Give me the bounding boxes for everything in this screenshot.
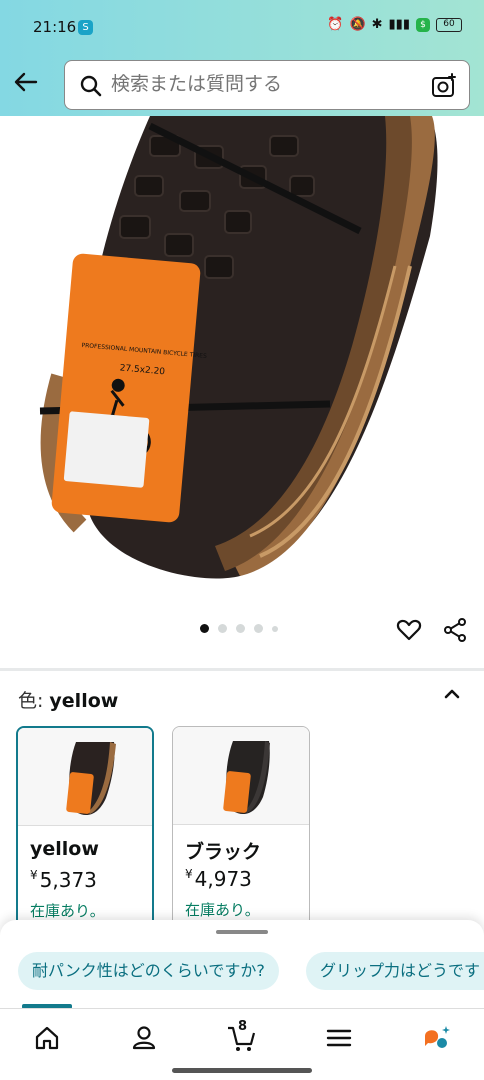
- search-icon: [80, 75, 102, 97]
- carousel-dot-3[interactable]: [236, 624, 245, 633]
- carousel-dot-1[interactable]: [200, 624, 209, 633]
- status-time: 21:16: [33, 18, 77, 36]
- mute-icon: 🔕: [349, 17, 366, 32]
- sheet-handle[interactable]: [216, 930, 268, 934]
- status-bar: 21:16 S ⏰ 🔕 ✱ ▮▮▮ $ 60: [0, 0, 484, 56]
- variant-price-value: 4,973: [194, 867, 252, 891]
- bluetooth-icon: ✱: [371, 17, 383, 32]
- suggestion-chip[interactable]: 耐パンク性はどのくらいですか?: [18, 952, 279, 990]
- menu-icon[interactable]: [324, 1023, 354, 1053]
- color-option-black[interactable]: ブラック ¥4,973 在庫あり。: [172, 726, 310, 936]
- section-divider: [0, 668, 484, 671]
- variant-stock: 在庫あり。: [30, 902, 105, 920]
- bottom-nav: 8: [0, 1008, 484, 1066]
- variant-price: ¥4,973: [185, 867, 252, 891]
- variant-thumbnail-image: [223, 741, 270, 815]
- share-icon[interactable]: [442, 617, 468, 643]
- currency-symbol: ¥: [30, 868, 38, 882]
- variant-name: yellow: [30, 838, 99, 860]
- suggestion-chip[interactable]: グリップ力はどうです: [306, 952, 484, 990]
- color-key: 色:: [18, 690, 44, 712]
- variant-thumbnail: [18, 728, 152, 826]
- camera-search-icon[interactable]: [431, 73, 457, 99]
- account-icon[interactable]: [129, 1023, 159, 1053]
- color-selected-value: yellow: [49, 690, 119, 712]
- home-icon[interactable]: [32, 1023, 62, 1053]
- suggestion-sheet: 耐パンク性はどのくらいですか? グリップ力はどうです: [0, 920, 484, 1010]
- variant-name: ブラック: [185, 841, 262, 863]
- status-icons: ⏰ 🔕 ✱ ▮▮▮ $ 60: [327, 17, 462, 32]
- rufus-assistant-icon[interactable]: [422, 1023, 452, 1053]
- signal-icon: ▮▮▮: [388, 17, 410, 32]
- variant-thumbnail-image: [66, 742, 116, 816]
- heart-icon[interactable]: [396, 617, 422, 643]
- tire-image: PROFESSIONAL MOUNTAIN BICYCLE TIRES 27.5…: [39, 116, 438, 579]
- color-option-yellow[interactable]: yellow ¥5,373 在庫あり。: [16, 726, 154, 936]
- color-label: 色: yellow: [18, 686, 118, 713]
- carousel-dot-2[interactable]: [218, 624, 227, 633]
- carousel-dot-5[interactable]: [272, 625, 278, 632]
- app-notification-icon: S: [78, 20, 93, 35]
- gesture-bar: [172, 1068, 312, 1073]
- variant-price-value: 5,373: [39, 868, 97, 892]
- product-image[interactable]: PROFESSIONAL MOUNTAIN BICYCLE TIRES 27.5…: [0, 116, 484, 616]
- cart-count: 8: [238, 1019, 248, 1034]
- search-bar[interactable]: [64, 60, 470, 110]
- variant-thumbnail: [173, 727, 309, 825]
- variant-stock: 在庫あり。: [185, 901, 260, 919]
- money-app-icon: $: [416, 17, 430, 32]
- search-input[interactable]: [111, 73, 411, 95]
- chevron-up-icon[interactable]: [440, 682, 464, 706]
- variant-price: ¥5,373: [30, 868, 97, 892]
- alarm-icon: ⏰: [327, 17, 344, 32]
- battery-icon: 60: [436, 17, 462, 32]
- header: [0, 56, 484, 116]
- currency-symbol: ¥: [185, 867, 193, 881]
- back-arrow-icon[interactable]: [12, 68, 40, 96]
- cart-button[interactable]: 8: [226, 1019, 256, 1053]
- carousel-dots[interactable]: [200, 624, 278, 633]
- carousel-dot-4[interactable]: [254, 624, 263, 633]
